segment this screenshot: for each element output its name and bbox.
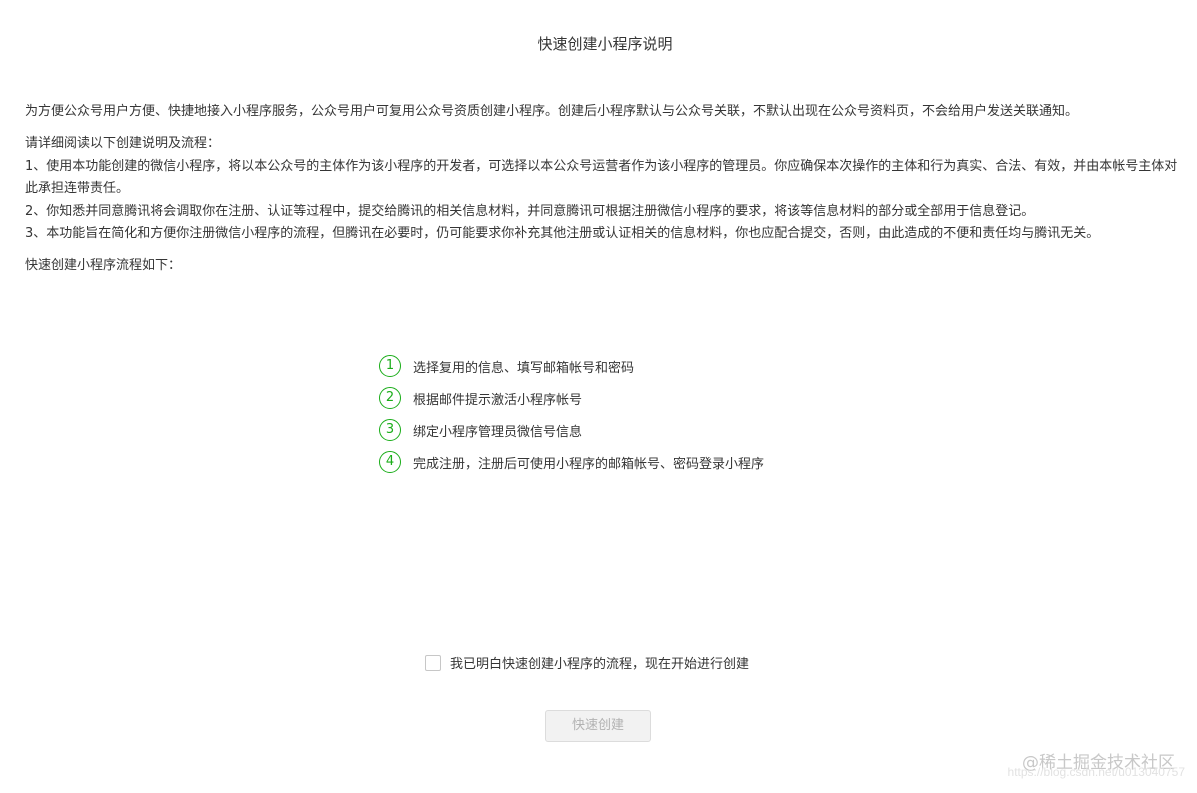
instruction-item-3: 3、本功能旨在简化和方便你注册微信小程序的流程，但腾讯在必要时，仍可能要求你补充… xyxy=(25,226,1100,241)
step-number-badge: 4 xyxy=(379,451,401,473)
instructions-section: 请详细阅读以下创建说明及流程： 1、使用本功能创建的微信小程序，将以本公众号的主… xyxy=(25,133,1185,246)
page-title: 快速创建小程序说明 xyxy=(537,35,673,53)
agreement-checkbox[interactable] xyxy=(425,654,441,671)
quick-create-button[interactable]: 快速创建 xyxy=(545,710,651,742)
flow-steps: 1 选择复用的信息、填写邮箱帐号和密码 2 根据邮件提示激活小程序帐号 3 绑定… xyxy=(379,354,764,482)
instructions-heading: 请详细阅读以下创建说明及流程： xyxy=(25,136,221,151)
step-text: 选择复用的信息、填写邮箱帐号和密码 xyxy=(413,360,635,376)
agreement-label[interactable]: 我已明白快速创建小程序的流程，现在开始进行创建 xyxy=(450,653,749,672)
step-number-badge: 2 xyxy=(379,387,401,409)
flow-step-2: 2 根据邮件提示激活小程序帐号 xyxy=(379,386,764,410)
intro-text: 为方便公众号用户方便、快捷地接入小程序服务，公众号用户可复用公众号资质创建小程序… xyxy=(25,104,1079,119)
step-text: 绑定小程序管理员微信号信息 xyxy=(413,424,583,440)
agreement-row[interactable]: 我已明白快速创建小程序的流程，现在开始进行创建 xyxy=(425,653,749,672)
flow-step-4: 4 完成注册，注册后可使用小程序的邮箱帐号、密码登录小程序 xyxy=(379,450,764,474)
flow-step-3: 3 绑定小程序管理员微信号信息 xyxy=(379,418,764,442)
watermark-url: https://blog.csdn.net/u013040757 xyxy=(1007,765,1185,779)
flow-heading: 快速创建小程序流程如下： xyxy=(25,258,182,273)
step-number-badge: 1 xyxy=(379,355,401,377)
step-text: 根据邮件提示激活小程序帐号 xyxy=(413,392,583,408)
instruction-item-1: 1、使用本功能创建的微信小程序，将以本公众号的主体作为该小程序的开发者，可选择以… xyxy=(25,158,1178,197)
instruction-item-2: 2、你知悉并同意腾讯将会调取你在注册、认证等过程中，提交给腾讯的相关信息材料，并… xyxy=(25,203,1035,219)
flow-step-1: 1 选择复用的信息、填写邮箱帐号和密码 xyxy=(379,354,764,378)
step-number-badge: 3 xyxy=(379,419,401,441)
step-text: 完成注册，注册后可使用小程序的邮箱帐号、密码登录小程序 xyxy=(413,456,765,472)
